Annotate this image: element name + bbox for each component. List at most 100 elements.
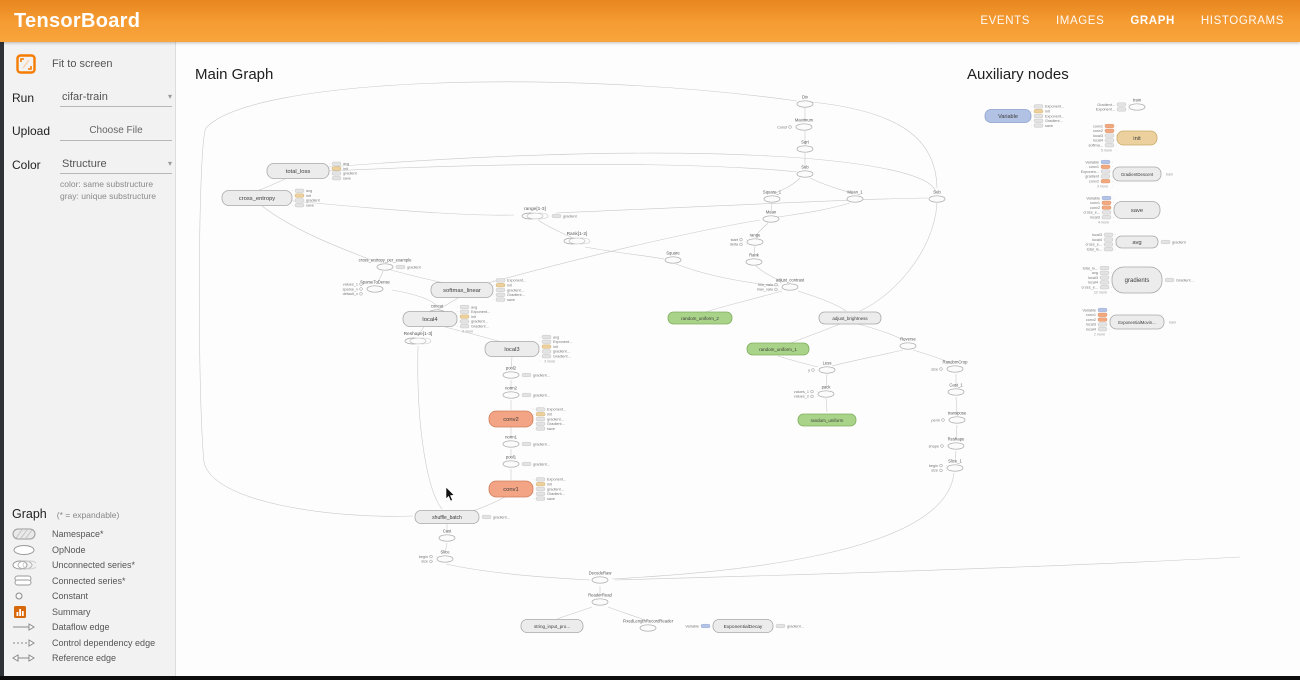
graph-node-maximum[interactable]: MaximumConst — [777, 118, 814, 131]
graph-node-cast[interactable]: Cast — [439, 529, 455, 542]
graph-node-pack[interactable]: packvalues_1values_2 — [794, 385, 834, 399]
graph-canvas[interactable]: total_lossavginitgradientsave cross_entro… — [0, 0, 1300, 680]
graph-node-total_loss[interactable]: total_lossavginitgradientsave — [267, 162, 358, 181]
svg-text:3 more: 3 more — [1097, 184, 1108, 188]
dataflow-edge-icon — [12, 620, 46, 634]
graph-node-fixedlen[interactable]: FixedLengthRecordReader — [623, 619, 674, 632]
graph-node-rank12[interactable]: Rank[1-2] — [564, 231, 590, 244]
svg-text:conv2: conv2 — [1093, 129, 1103, 133]
svg-text:local3: local3 — [504, 347, 519, 353]
graph-node-reverse[interactable]: Reverse — [900, 337, 916, 350]
header-bar: TensorBoard EVENTSIMAGESGRAPHHISTOGRAMS — [0, 0, 1300, 42]
graph-node-sqrt[interactable]: Sqrt — [797, 140, 813, 153]
svg-text:Sub: Sub — [933, 190, 941, 195]
svg-text:Exponent...: Exponent... — [1096, 108, 1115, 112]
graph-node-conv2[interactable]: conv2Exponent...initgradient...Gradient.… — [489, 408, 566, 431]
graph-node-norm1[interactable]: norm1gradient... — [503, 435, 550, 448]
graph-node-ru0[interactable]: random_uniform — [798, 414, 856, 426]
graph-node-shuffle_batch[interactable]: shuffle_batchgradient... — [415, 511, 510, 524]
svg-text:avg: avg — [553, 335, 559, 339]
svg-text:start: start — [731, 238, 739, 242]
graph-node-square1[interactable]: Square_1 — [763, 190, 782, 203]
graph-node-graddesc_aux[interactable]: GradientDescentVariableconv1Exponen...gr… — [1081, 160, 1173, 188]
graph-node-slice[interactable]: Slicebeginsize — [419, 550, 453, 564]
svg-text:conv2: conv2 — [1086, 318, 1096, 322]
fit-to-screen-icon[interactable] — [16, 54, 36, 74]
color-select-value: Structure — [62, 158, 107, 170]
graph-node-string_input[interactable]: string_input_pro... — [521, 620, 583, 633]
legend-item: Dataflow edge — [12, 620, 176, 636]
graph-node-reshapesm[interactable]: Reshapeshape — [929, 437, 965, 450]
graph-node-cross_entropy[interactable]: cross_entropyavginitgradientsave — [222, 189, 321, 208]
graph-node-save_aux[interactable]: saveVariableconv1conv2cross_e...local34 … — [1084, 196, 1160, 224]
graph-node-less[interactable]: Lessy — [808, 361, 835, 374]
svg-text:save: save — [547, 427, 555, 431]
color-select[interactable]: Structure ▾ — [60, 155, 172, 174]
svg-text:avg: avg — [343, 162, 349, 166]
svg-text:Reshape: Reshape — [948, 437, 965, 442]
graph-node-transpose[interactable]: transposeperm — [931, 411, 967, 424]
graph-node-cast1[interactable]: Cast_1 — [948, 383, 964, 396]
svg-text:Gradient...: Gradient... — [1097, 103, 1115, 107]
svg-text:gradient: gradient — [407, 265, 422, 269]
svg-text:save: save — [1131, 208, 1143, 214]
run-select[interactable]: cifar-train ▾ — [60, 88, 172, 107]
svg-text:init: init — [553, 345, 559, 349]
graph-node-softmax_linear[interactable]: softmax_linearExponent...initgradient...… — [431, 279, 526, 302]
graph-node-div[interactable]: Div — [797, 95, 813, 108]
graph-node-init_aux[interactable]: initconv1conv2local3local4softma...5 mor… — [1088, 124, 1157, 152]
graph-node-ru1[interactable]: random_uniform_1 — [747, 343, 809, 355]
svg-text:local4: local4 — [422, 317, 438, 323]
graph-node-adjcontrast[interactable]: adjust_contrastmin_valumax_valu — [757, 278, 805, 292]
graph-node-sub[interactable]: Sub — [797, 165, 813, 178]
graph-edge — [832, 350, 903, 366]
graph-node-pool2[interactable]: pool2gradient... — [503, 366, 550, 379]
graph-node-reshape13[interactable]: Reshape[1-3] — [404, 331, 433, 344]
graph-node-readerread[interactable]: ReaderRead — [588, 593, 612, 606]
svg-text:range[1-3]: range[1-3] — [524, 206, 546, 212]
tab-images[interactable]: IMAGES — [1056, 15, 1104, 27]
graph-node-conv1[interactable]: conv1Exponent...initgradient...Gradient.… — [489, 478, 566, 501]
graph-node-slice1[interactable]: Slice_1beginsize — [929, 459, 963, 473]
graph-node-gradients_aux[interactable]: gradientstotal_lo...avglocal3local4cross… — [1082, 266, 1194, 294]
choose-file-button[interactable]: Choose File — [60, 121, 172, 141]
graph-edge — [556, 198, 928, 213]
graph-node-adjbright[interactable]: adjust_brightness — [819, 312, 881, 324]
svg-text:3 more: 3 more — [544, 359, 555, 363]
graph-node-decoderaw[interactable]: DecodeRaw — [589, 571, 613, 584]
svg-text:3 more: 3 more — [462, 329, 473, 333]
graph-node-rangesm[interactable]: rangestartdelta — [730, 233, 763, 247]
svg-text:gradient: gradient — [1172, 240, 1187, 244]
graph-node-expdecay[interactable]: ExponentialDecayVariablegradient... — [685, 620, 804, 633]
graph-node-local4[interactable]: local4avgExponent...initgradient...Gradi… — [403, 305, 490, 333]
graph-edge — [418, 346, 442, 509]
graph-node-norm2[interactable]: norm2gradient... — [503, 386, 550, 399]
graph-node-mean1[interactable]: Mean_1 — [847, 190, 863, 203]
svg-text:adjust_brightness: adjust_brightness — [832, 316, 868, 321]
graph-edge — [446, 564, 590, 580]
header-nav: EVENTS IMAGES GRAPH HISTOGRAMS — [980, 15, 1300, 27]
graph-node-square[interactable]: Square — [665, 251, 681, 264]
graph-node-expmov_aux[interactable]: ExponentialMovin...Variableconv1conv2loc… — [1082, 308, 1176, 336]
legend-item-label: Unconnected series* — [52, 560, 135, 570]
tab-histograms[interactable]: HISTOGRAMS — [1201, 15, 1284, 27]
graph-node-cepe[interactable]: cross_entropy_per_examplegradient — [359, 258, 422, 271]
graph-node-sub2[interactable]: Sub — [929, 190, 945, 203]
svg-text:conv1: conv1 — [1086, 313, 1096, 317]
graph-node-avg_aux[interactable]: avglocal3local4cross_e...total_lo...grad… — [1086, 233, 1187, 252]
graph-node-mean[interactable]: Mean — [763, 210, 779, 223]
graph-node-ranksm[interactable]: Rank — [746, 253, 762, 266]
tab-events[interactable]: EVENTS — [980, 15, 1030, 27]
graph-node-local3[interactable]: local3avgExponent...initgradient...Gradi… — [485, 335, 572, 363]
fit-to-screen-label[interactable]: Fit to screen — [52, 58, 113, 70]
graph-node-s2d[interactable]: SparseToDensevalues_1sparse_vdefault_v — [343, 280, 391, 297]
graph-node-randomcrop[interactable]: RandomCropsize — [931, 360, 968, 373]
svg-text:size: size — [931, 469, 938, 473]
graph-node-train_aux[interactable]: trainGradient...Exponent... — [1096, 98, 1145, 112]
svg-text:Exponen...: Exponen... — [1081, 170, 1099, 174]
graph-node-ru2[interactable]: random_uniform_2 — [668, 312, 732, 324]
graph-node-pool1[interactable]: pool1gradient... — [503, 455, 550, 468]
graph-node-variable_aux[interactable]: VariableExponent...initExponent...Gradie… — [985, 105, 1064, 128]
tab-graph[interactable]: GRAPH — [1130, 15, 1175, 27]
svg-text:values_2: values_2 — [794, 395, 809, 399]
